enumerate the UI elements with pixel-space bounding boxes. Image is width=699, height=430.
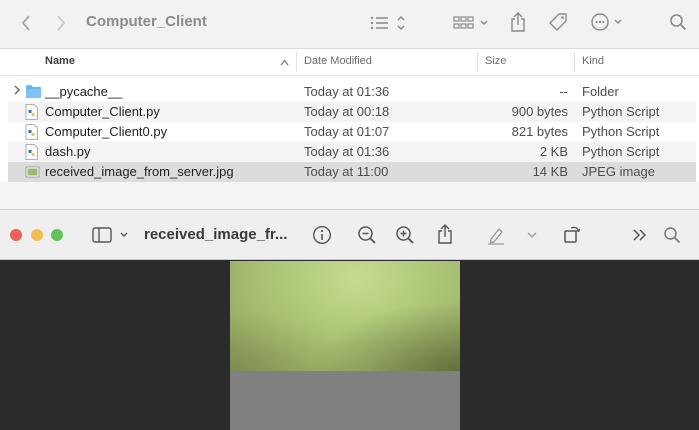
preview-window: received_image_fr... (0, 209, 699, 430)
info-icon[interactable] (311, 224, 333, 246)
search-icon[interactable] (667, 11, 689, 33)
disclosure-triangle-icon[interactable] (13, 85, 21, 98)
jpeg-file-icon (25, 164, 40, 183)
more-options-icon[interactable] (589, 11, 627, 33)
file-date: Today at 01:36 (304, 84, 390, 99)
file-date: Today at 11:00 (304, 164, 389, 179)
file-row-received-image[interactable]: received_image_from_server.jpg Today at … (8, 162, 696, 182)
file-date: Today at 00:18 (304, 104, 390, 119)
empty-list-area (0, 182, 699, 210)
python-file-icon (25, 144, 38, 163)
python-file-icon (25, 124, 38, 143)
share-icon[interactable] (508, 11, 528, 33)
preview-title: received_image_fr... (144, 226, 288, 243)
gallery-group-icon[interactable] (452, 12, 490, 34)
rotate-icon[interactable] (561, 223, 583, 245)
column-divider (477, 52, 478, 72)
close-button[interactable] (10, 229, 22, 241)
file-list: __pycache__ Today at 01:36 -- Folder Com… (8, 82, 696, 182)
share-icon[interactable] (435, 223, 455, 245)
markup-pen-icon[interactable] (485, 224, 507, 246)
file-kind: Folder (582, 84, 619, 99)
tag-icon[interactable] (547, 11, 569, 33)
zoom-in-icon[interactable] (394, 224, 416, 246)
window-title: Computer_Client (86, 13, 207, 30)
search-icon[interactable] (661, 224, 683, 246)
list-view-icon[interactable] (368, 12, 408, 34)
column-size[interactable]: Size (485, 55, 506, 67)
file-row-computer-client[interactable]: Computer_Client.py Today at 00:18 900 by… (8, 102, 696, 122)
column-date-modified[interactable]: Date Modified (304, 55, 372, 67)
column-header: Name Date Modified Size Kind (0, 49, 699, 76)
file-name: dash.py (45, 144, 91, 159)
file-name: __pycache__ (45, 84, 123, 99)
file-size: -- (559, 84, 568, 99)
more-tools-chevron-icon[interactable] (630, 225, 650, 245)
forward-arrow-icon[interactable] (53, 12, 69, 34)
file-kind: JPEG image (582, 164, 655, 179)
chevron-down-icon[interactable] (525, 226, 539, 244)
file-size: 821 bytes (511, 124, 568, 139)
back-arrow-icon[interactable] (18, 12, 34, 34)
file-name: received_image_from_server.jpg (45, 164, 234, 179)
sidebar-toggle-icon[interactable] (90, 224, 132, 246)
python-file-icon (25, 104, 38, 123)
file-date: Today at 01:07 (304, 124, 390, 139)
column-divider (296, 52, 297, 72)
file-date: Today at 01:36 (304, 144, 390, 159)
file-row-dash[interactable]: dash.py Today at 01:36 2 KB Python Scrip… (8, 142, 696, 162)
zoom-out-icon[interactable] (356, 224, 378, 246)
file-kind: Python Script (582, 104, 660, 119)
received-image (230, 261, 460, 371)
finder-window: Computer_Client Name Date Modified Size … (0, 0, 699, 210)
column-divider (574, 52, 575, 72)
file-size: 900 bytes (511, 104, 568, 119)
zoom-button[interactable] (51, 229, 63, 241)
finder-toolbar: Computer_Client (0, 0, 699, 49)
file-name: Computer_Client.py (45, 104, 160, 119)
column-kind[interactable]: Kind (582, 55, 604, 67)
file-kind: Python Script (582, 144, 660, 159)
file-row-pycache[interactable]: __pycache__ Today at 01:36 -- Folder (8, 82, 696, 102)
file-size: 2 KB (539, 144, 568, 159)
file-kind: Python Script (582, 124, 660, 139)
file-row-computer-client0[interactable]: Computer_Client0.py Today at 01:07 821 b… (8, 122, 696, 142)
image-letterbox (230, 371, 460, 430)
minimize-button[interactable] (31, 229, 43, 241)
file-name: Computer_Client0.py (45, 124, 168, 139)
file-size: 14 KB (532, 164, 568, 179)
folder-icon (25, 84, 42, 102)
preview-toolbar: received_image_fr... (0, 209, 699, 260)
sort-ascending-icon[interactable] (280, 57, 289, 69)
column-name[interactable]: Name (45, 55, 75, 67)
image-canvas[interactable] (230, 261, 460, 430)
